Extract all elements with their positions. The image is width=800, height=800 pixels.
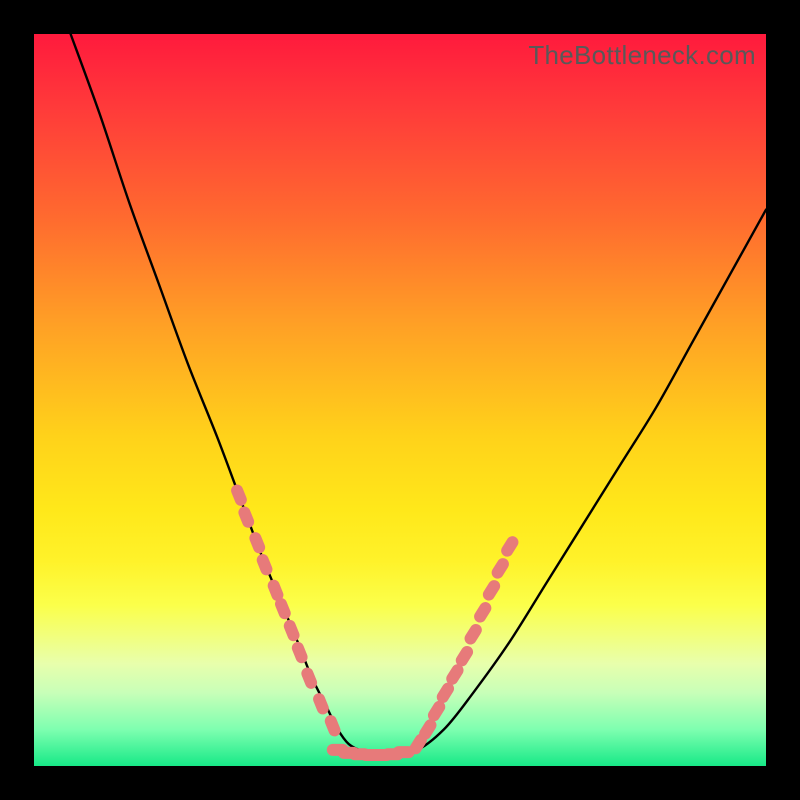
curve-marker [462, 622, 484, 647]
curve-marker [229, 483, 248, 508]
curve-marker [393, 746, 415, 758]
curve-svg [34, 34, 766, 766]
curve-marker [323, 713, 342, 738]
curve-marker [282, 618, 301, 643]
curve-marker [311, 691, 330, 716]
chart-frame: TheBottleneck.com [0, 0, 800, 800]
curve-marker [481, 578, 503, 603]
curve-marker [248, 530, 267, 555]
curve-marker [489, 556, 511, 581]
curve-marker [237, 505, 256, 530]
bottleneck-curve [71, 34, 766, 755]
curve-marker [499, 534, 521, 559]
marker-group [229, 483, 520, 761]
curve-marker [472, 600, 494, 625]
curve-marker [255, 552, 274, 577]
plot-area: TheBottleneck.com [34, 34, 766, 766]
